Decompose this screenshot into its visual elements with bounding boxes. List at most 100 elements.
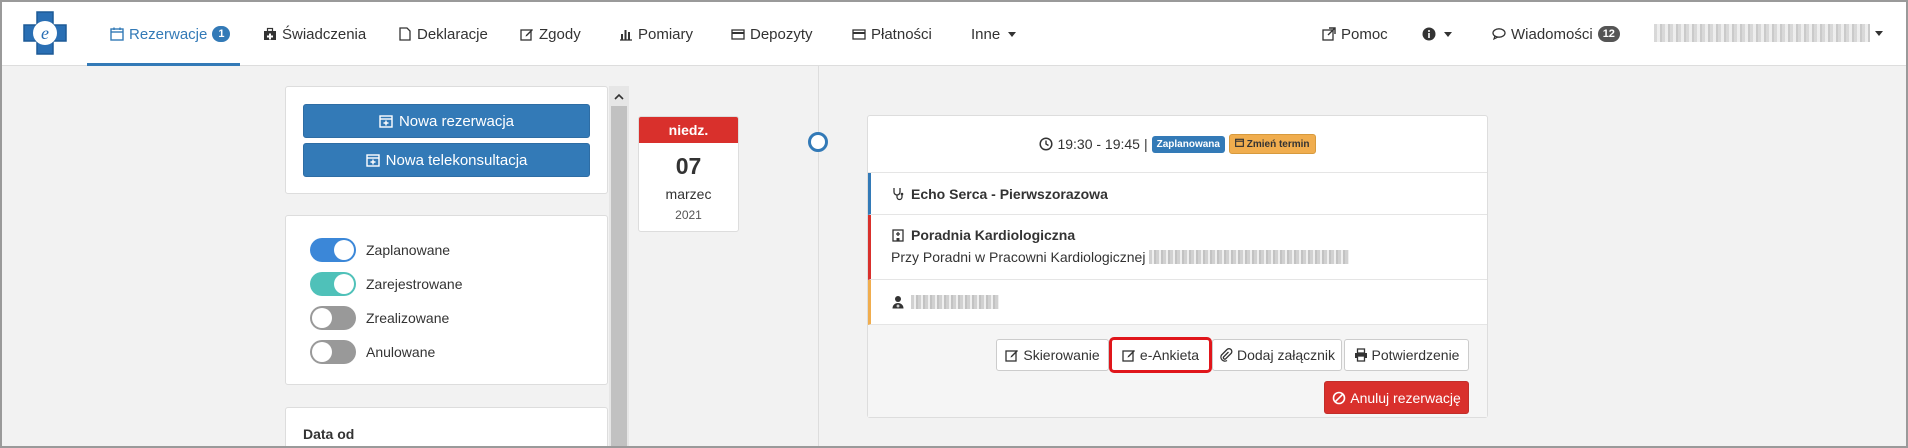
zaplanowane-toggle[interactable] (310, 238, 356, 262)
nav-zgody[interactable]: Zgody (520, 2, 581, 66)
nav-pomiary-label: Pomiary (638, 25, 694, 43)
cancel-reservation-button[interactable]: Anuluj rezerwację (1324, 381, 1469, 414)
edit-icon (1005, 350, 1019, 362)
date-day: 07 (675, 153, 702, 179)
zarejestrowane-label: Zarejestrowane (366, 276, 463, 292)
e-survey-label: e-Ankieta (1139, 347, 1200, 363)
confirmation-button[interactable]: Potwierdzenie (1344, 339, 1469, 371)
reservation-time: 19:30 - 19:45 (1057, 136, 1140, 152)
reservations-count-badge: 1 (212, 26, 231, 42)
app-window: e Rezerwacje 1 Świadczenia Deklaracje Zg… (0, 0, 1908, 448)
date-month: marzec (665, 186, 712, 202)
status-badge: Zaplanowana (1151, 135, 1225, 153)
nav-rezerwacje[interactable]: Rezerwacje 1 (110, 2, 231, 66)
date-filter-panel: Data od (285, 407, 608, 446)
nav-wiadomosci-label: Wiadomości (1511, 25, 1593, 43)
edit-icon (1122, 350, 1135, 362)
medkit-icon (264, 27, 276, 40)
filter-zrealizowane[interactable]: Zrealizowane (310, 303, 449, 333)
doctor-name-redacted (911, 295, 999, 309)
clock-icon (1039, 137, 1054, 151)
reservation-actions: Skierowanie e-Ankieta Dodaj załącznik Po… (868, 325, 1487, 417)
date-from-label: Data od (303, 426, 355, 442)
zarejestrowane-toggle[interactable] (310, 272, 356, 296)
clinic-location: Przy Poradni w Pracowni Kardiologicznej (891, 249, 1146, 265)
timeline-dot (808, 132, 828, 152)
timeline-line (818, 66, 819, 446)
left-scrollbar-thumb[interactable] (611, 106, 627, 446)
reservation-header: 19:30 - 19:45 | Zaplanowana Zmień termin (868, 116, 1487, 173)
nav-swiadczenia-label: Świadczenia (282, 25, 367, 43)
nav-wiadomosci[interactable]: Wiadomości 12 (1492, 2, 1620, 66)
new-reservation-button[interactable]: Nowa rezerwacja (303, 104, 590, 138)
reservation-card: 19:30 - 19:45 | Zaplanowana Zmień termin… (867, 115, 1488, 418)
external-link-icon (1322, 27, 1336, 41)
reservation-doctor-row (868, 280, 1487, 325)
zrealizowane-toggle[interactable] (310, 306, 356, 330)
filter-anulowane[interactable]: Anulowane (310, 337, 435, 367)
zrealizowane-label: Zrealizowane (366, 310, 450, 326)
nav-depozyty-label: Depozyty (750, 25, 813, 43)
nav-deklaracje-label: Deklaracje (417, 25, 488, 43)
change-term-button[interactable]: Zmień termin (1228, 134, 1316, 154)
user-menu-redacted[interactable] (1654, 24, 1870, 42)
stethoscope-icon (893, 187, 904, 200)
caret-down-icon (1008, 31, 1017, 37)
change-term-label: Zmień termin (1246, 139, 1310, 150)
new-reservation-label: Nowa rezerwacja (398, 112, 515, 130)
user-caret-down-icon[interactable] (1875, 31, 1883, 36)
anulowane-toggle[interactable] (310, 340, 356, 364)
nav-deklaracje[interactable]: Deklaracje (398, 2, 488, 66)
svg-text:e: e (41, 23, 49, 43)
nav-inne-label: Inne (971, 25, 1001, 43)
nav-platnosci[interactable]: Płatności (852, 2, 932, 66)
date-year: 2021 (675, 208, 702, 222)
app-logo[interactable]: e (22, 10, 68, 56)
print-icon (1354, 348, 1367, 362)
clinic-name: Poradnia Kardiologiczna (911, 227, 1076, 243)
nav-inne-dropdown[interactable]: Inne (971, 2, 1017, 66)
referral-button[interactable]: Skierowanie (996, 339, 1109, 371)
nav-rezerwacje-label: Rezerwacje (129, 25, 208, 43)
navbar: e Rezerwacje 1 Świadczenia Deklaracje Zg… (2, 2, 1906, 66)
ban-icon (1332, 391, 1346, 404)
paperclip-icon (1220, 348, 1233, 362)
confirmation-label: Potwierdzenie (1371, 347, 1460, 363)
page-scrollbar[interactable] (1890, 66, 1904, 446)
nav-pomoc[interactable]: Pomoc (1322, 2, 1388, 66)
calendar-icon (110, 27, 124, 41)
new-teleconsultation-button[interactable]: Nowa telekonsultacja (303, 143, 590, 177)
reservation-clinic-row: Poradnia Kardiologiczna Przy Poradni w P… (868, 215, 1487, 280)
info-icon (1422, 27, 1436, 41)
info-dropdown[interactable] (1422, 2, 1452, 66)
scroll-up-arrow-icon[interactable] (609, 86, 629, 106)
nav-pomoc-label: Pomoc (1341, 25, 1388, 43)
messages-count-badge: 12 (1597, 26, 1620, 42)
filter-zarejestrowane[interactable]: Zarejestrowane (310, 269, 463, 299)
date-card: niedz. 07 marzec 2021 (638, 116, 739, 232)
nav-platnosci-label: Płatności (871, 25, 932, 43)
file-icon (399, 27, 411, 41)
bar-chart-icon (620, 30, 632, 41)
cancel-reservation-label: Anuluj rezerwację (1350, 389, 1461, 406)
active-tab-indicator (87, 63, 240, 66)
nav-swiadczenia[interactable]: Świadczenia (263, 2, 366, 66)
anulowane-label: Anulowane (366, 344, 436, 360)
clinic-address-redacted (1149, 250, 1350, 264)
user-md-icon (892, 296, 904, 309)
calendar-plus-icon (365, 154, 380, 167)
add-attachment-button[interactable]: Dodaj załącznik (1212, 339, 1342, 371)
calendar-plus-icon (379, 115, 393, 128)
actions-panel: Nowa rezerwacja Nowa telekonsultacja (285, 86, 608, 194)
reservation-service-row: Echo Serca - Pierwszorazowa (868, 173, 1487, 215)
service-name: Echo Serca - Pierwszorazowa (911, 185, 1108, 202)
hospital-icon (892, 229, 904, 242)
nav-depozyty[interactable]: Depozyty (731, 2, 813, 66)
edit-icon (520, 29, 533, 41)
comments-icon (1492, 28, 1506, 41)
nav-pomiary[interactable]: Pomiary (619, 2, 693, 66)
calendar-icon (1235, 138, 1244, 147)
filter-zaplanowane[interactable]: Zaplanowane (310, 235, 450, 265)
credit-card-icon (852, 29, 866, 40)
e-survey-button[interactable]: e-Ankieta (1109, 337, 1212, 373)
